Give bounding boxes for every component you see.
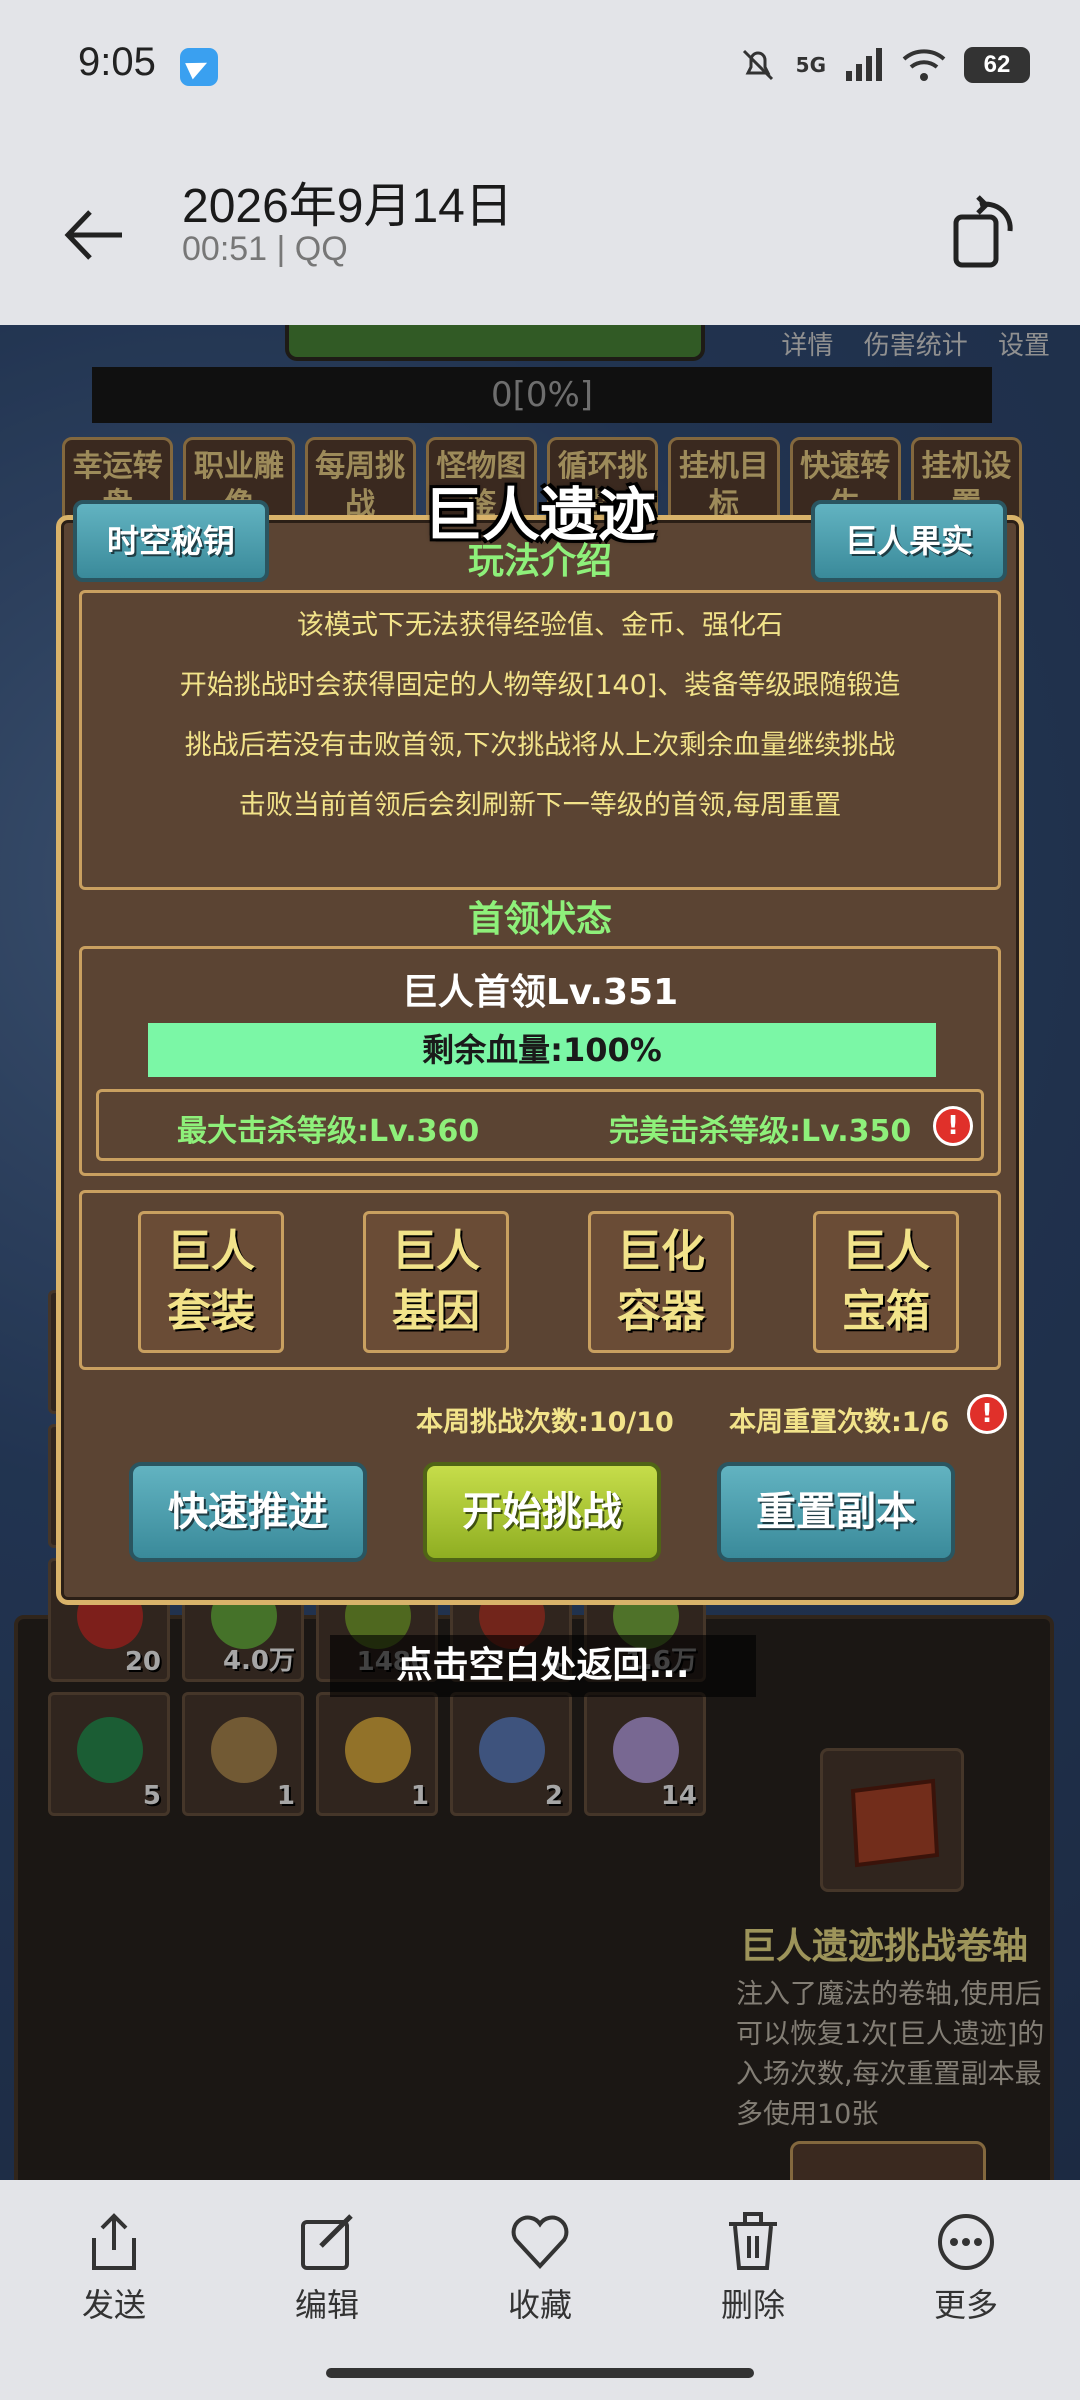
page-subtitle: 00:51 | QQ (182, 230, 348, 268)
kill-level-row: 最大击杀等级:Lv.360 完美击杀等级:Lv.350 ! (96, 1089, 984, 1161)
giant-gene-button[interactable]: 巨人 基因 (363, 1211, 509, 1353)
weekly-challenge-count: 本周挑战次数:10/10 (416, 1407, 674, 1438)
boss-hp-bar: 剩余血量:100% (148, 1023, 936, 1077)
reset-dungeon-button[interactable]: 重置副本 (717, 1462, 955, 1562)
edit-label: 编辑 (294, 2286, 359, 2324)
fast-forward-button[interactable]: 快速推进 (129, 1462, 367, 1562)
page-title: 2026年9月14日 (182, 180, 513, 233)
giant-ruins-dialog: 巨人遗迹 时空秘钥 巨人果实 玩法介绍 该模式下无法获得经验值、金币、强化石 开… (56, 481, 1024, 1605)
intro-box: 该模式下无法获得经验值、金币、强化石 开始挑战时会获得固定的人物等级[140]、… (79, 590, 1001, 890)
item-label: 基因 (392, 1286, 480, 1337)
share-icon (92, 2213, 136, 2270)
send-button[interactable]: 发送 (54, 2210, 174, 2326)
item-label: 宝箱 (842, 1286, 930, 1337)
alert-icon[interactable]: ! (967, 1394, 1007, 1434)
start-challenge-button[interactable]: 开始挑战 (423, 1462, 661, 1562)
intro-line: 开始挑战时会获得固定的人物等级[140]、装备等级跟随锻造 (179, 670, 901, 701)
status-bar: 9:05 5G 62 (0, 0, 1080, 140)
send-label: 发送 (81, 2286, 146, 2324)
item-label: 巨化 (617, 1226, 705, 1277)
back-arrow-icon[interactable] (60, 200, 130, 270)
giant-items-box: 巨人套装 巨人基因 巨化容器 巨人宝箱 (79, 1190, 1001, 1370)
mute-bell-icon (742, 49, 773, 81)
status-time: 9:05 (78, 40, 156, 84)
max-kill-level: 最大击杀等级:Lv.360 (177, 1114, 480, 1149)
boss-name: 巨人首领Lv.351 (401, 972, 679, 1013)
battery-icon: 62 (964, 47, 1030, 83)
game-screenshot: 详情 伤害统计 设置 0[0%] 幸运转盘 职业雕像 每周挑战 怪物图鉴 循环挑… (0, 325, 1080, 2180)
more-label: 更多 (933, 2286, 998, 2324)
network-type: 5G (795, 53, 826, 77)
item-label: 巨人 (392, 1226, 480, 1277)
return-hint: 点击空白处返回... (330, 1635, 756, 1697)
telegram-icon (180, 48, 218, 86)
giant-container-button[interactable]: 巨化 容器 (588, 1211, 734, 1353)
heart-icon (511, 2215, 569, 2269)
item-label: 容器 (617, 1286, 705, 1337)
perfect-kill-level: 完美击杀等级:Lv.350 (609, 1114, 912, 1149)
rotate-icon[interactable] (950, 195, 1020, 270)
status-icons: 5G 62 (738, 40, 1030, 90)
favorite-label: 收藏 (507, 2286, 572, 2324)
more-icon (938, 2214, 994, 2270)
wifi-icon (902, 49, 946, 81)
item-label: 巨人 (842, 1226, 930, 1277)
boss-status-box: 巨人首领Lv.351 剩余血量:100% 最大击杀等级:Lv.360 完美击杀等… (79, 946, 1001, 1176)
favorite-button[interactable]: 收藏 (480, 2210, 600, 2326)
giant-chest-button[interactable]: 巨人 宝箱 (813, 1211, 959, 1353)
home-indicator[interactable] (326, 2368, 754, 2378)
weekly-reset-count: 本周重置次数:1/6 (729, 1407, 950, 1438)
giant-suit-button[interactable]: 巨人 套装 (138, 1211, 284, 1353)
intro-header: 玩法介绍 (467, 541, 612, 582)
delete-button[interactable]: 删除 (693, 2210, 813, 2326)
intro-line: 击败当前首领后会刻刷新下一等级的首领,每周重置 (238, 790, 842, 821)
edit-icon (301, 2214, 353, 2270)
edit-button[interactable]: 编辑 (267, 2210, 387, 2326)
boss-header: 首领状态 (467, 899, 612, 940)
item-label: 巨人 (167, 1226, 255, 1277)
intro-line: 该模式下无法获得经验值、金币、强化石 (297, 610, 783, 641)
intro-line: 挑战后若没有击败首领,下次挑战将从上次剩余血量继续挑战 (184, 730, 896, 761)
trash-icon (729, 2212, 777, 2270)
more-button[interactable]: 更多 (906, 2210, 1026, 2326)
item-label: 套装 (167, 1286, 255, 1337)
delete-label: 删除 (720, 2286, 785, 2324)
alert-icon[interactable]: ! (933, 1106, 973, 1146)
bottom-bar: 发送 编辑 收藏 删除 更多 (0, 2180, 1080, 2400)
signal-icon (846, 48, 882, 81)
viewer-header: 2026年9月14日 00:51 | QQ (0, 140, 1080, 325)
